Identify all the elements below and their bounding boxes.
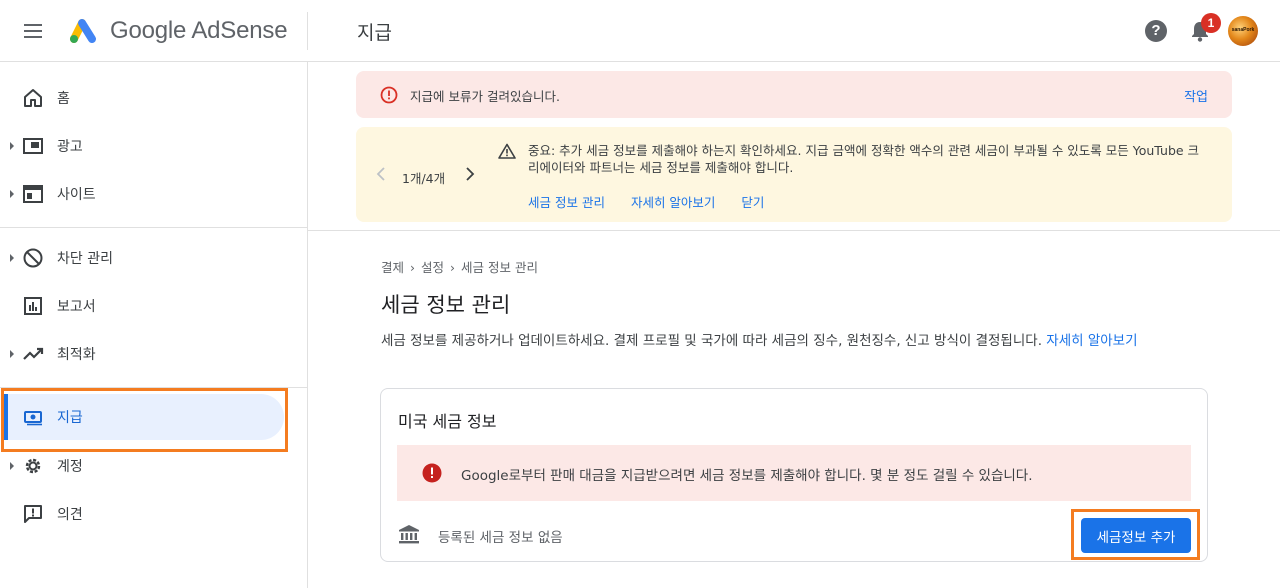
section-title: 세금 정보 관리: [381, 293, 511, 317]
content-divider: [308, 230, 1280, 231]
sidebar-item-label: 홈: [57, 91, 70, 107]
dismiss-link[interactable]: 닫기: [741, 195, 764, 210]
learn-more-link[interactable]: 자세히 알아보기: [631, 195, 715, 210]
empty-state-text: 등록된 세금 정보 없음: [438, 530, 563, 546]
trend-icon: [23, 347, 44, 360]
sidebar-divider: [0, 227, 307, 228]
section-description: 세금 정보를 제공하거나 업데이트하세요. 결제 프로필 및 국가에 따라 세금…: [381, 331, 1211, 351]
sidebar-item-label: 보고서: [57, 299, 96, 315]
sidebar-item-label: 계정: [57, 459, 83, 475]
main-content: 지급에 보류가 걸려있습니다. 작업 1개/4개 중요: 추가 세금 정보를 제…: [308, 62, 1280, 588]
expand-caret-icon: [10, 142, 14, 150]
adsense-logo: [70, 19, 96, 43]
bank-icon: [399, 525, 419, 544]
manage-tax-info-link[interactable]: 세금 정보 관리: [528, 195, 605, 210]
learn-more-link[interactable]: 자세히 알아보기: [1046, 333, 1137, 349]
breadcrumb-item[interactable]: 결제: [381, 260, 404, 275]
top-app-bar: Google AdSense 지급 ? 1 sanaPork: [0, 0, 1280, 62]
card-error-message: Google로부터 판매 대금을 지급받으려면 세금 정보를 제출해야 합니다.…: [397, 445, 1191, 501]
expand-caret-icon: [10, 350, 14, 358]
sidebar-item-feedback[interactable]: 의견: [0, 490, 284, 538]
add-button-highlight-box: [1071, 509, 1200, 560]
chevron-left-icon[interactable]: [374, 165, 388, 183]
sidebar-item-home[interactable]: 홈: [0, 74, 284, 122]
chevron-right-icon: ›: [450, 260, 456, 275]
avatar[interactable]: sanaPork: [1228, 16, 1258, 46]
banner-pager: 1개/4개: [402, 171, 446, 186]
error-outline-icon: [380, 86, 398, 104]
expand-caret-icon: [10, 190, 14, 198]
ad-icon: [23, 138, 43, 154]
gear-icon: [25, 458, 41, 474]
card-error-text: Google로부터 판매 대금을 지급받으려면 세금 정보를 제출해야 합니다.…: [461, 468, 1033, 484]
sidebar-item-label: 차단 관리: [57, 251, 113, 267]
block-icon: [23, 248, 43, 268]
page-title: 지급: [357, 22, 392, 44]
sidebar-nav: 홈 광고 사이트 차단 관리 보고서 최적화 지급 계정 의견: [0, 62, 308, 588]
brand-name: Google AdSense: [110, 17, 288, 44]
banner-action-link[interactable]: 작업: [1184, 86, 1208, 105]
site-icon: [23, 185, 43, 203]
banner-links: 세금 정보 관리 자세히 알아보기 닫기: [528, 192, 786, 211]
banner-text: 지급에 보류가 걸려있습니다.: [410, 89, 560, 104]
sidebar-item-label: 최적화: [57, 347, 96, 363]
avatar-label: sanaPork: [1231, 27, 1255, 33]
breadcrumb: 결제 › 설정 › 세금 정보 관리: [381, 257, 538, 276]
feedback-icon: [24, 505, 42, 523]
sidebar-item-sites[interactable]: 사이트: [0, 170, 284, 218]
breadcrumb-item-current: 세금 정보 관리: [461, 260, 538, 275]
sidebar-item-blocking[interactable]: 차단 관리: [0, 234, 284, 282]
banner-text: 중요: 추가 세금 정보를 제출해야 하는지 확인하세요. 지급 금액에 정확한…: [528, 143, 1200, 175]
report-icon: [24, 297, 42, 315]
warning-icon: [498, 143, 516, 159]
notification-badge: 1: [1201, 13, 1221, 33]
sidebar-item-optimization[interactable]: 최적화: [0, 330, 284, 378]
payment-hold-banner: 지급에 보류가 걸려있습니다. 작업: [356, 71, 1232, 118]
sidebar-item-label: 사이트: [57, 187, 96, 203]
expand-caret-icon: [10, 462, 14, 470]
chevron-right-icon: ›: [410, 260, 416, 275]
error-icon: [422, 463, 442, 483]
hamburger-icon[interactable]: [22, 20, 46, 42]
header-divider: [307, 12, 308, 50]
card-title: 미국 세금 정보: [398, 412, 497, 431]
expand-caret-icon: [10, 254, 14, 262]
payments-highlight-box: [1, 388, 288, 452]
description-text: 세금 정보를 제공하거나 업데이트하세요. 결제 프로필 및 국가에 따라 세금…: [381, 333, 1042, 349]
sidebar-item-label: 의견: [57, 507, 83, 523]
sidebar-item-label: 광고: [57, 139, 83, 155]
home-icon: [24, 89, 42, 107]
chevron-right-icon[interactable]: [463, 165, 477, 183]
sidebar-item-ads[interactable]: 광고: [0, 122, 284, 170]
sidebar-item-reports[interactable]: 보고서: [0, 282, 284, 330]
breadcrumb-item[interactable]: 설정: [421, 260, 444, 275]
help-icon[interactable]: ?: [1145, 20, 1167, 42]
tax-notice-banner: 1개/4개 중요: 추가 세금 정보를 제출해야 하는지 확인하세요. 지급 금…: [356, 127, 1232, 222]
